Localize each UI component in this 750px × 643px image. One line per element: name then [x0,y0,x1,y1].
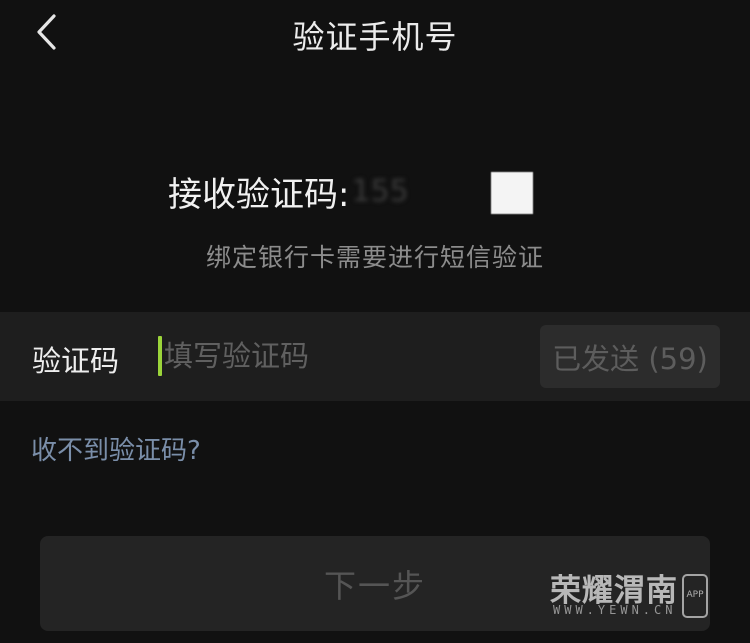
text-caret [158,336,162,376]
code-label: 验证码 [32,344,120,378]
app-badge: APP [686,590,704,600]
privacy-mask [491,172,533,214]
no-code-link[interactable]: 收不到验证码? [31,430,201,467]
sms-hint-text: 绑定银行卡需要进行短信验证 [205,243,544,272]
phone-number: 155 [351,173,409,209]
watermark-logo: 荣耀渭南 WWW.YEWN.CN APP [550,565,712,625]
receive-code-line: 接收验证码: 155 [168,168,409,215]
resend-code-button[interactable]: 已发送 (59) [540,325,720,388]
code-input[interactable] [164,331,524,381]
nav-header: 验证手机号 [0,0,750,66]
page-title: 验证手机号 [292,18,458,56]
phone-app-icon: APP [682,574,708,618]
watermark-url: WWW.YEWN.CN [553,603,677,617]
receive-code-label: 接收验证码: [168,174,350,215]
